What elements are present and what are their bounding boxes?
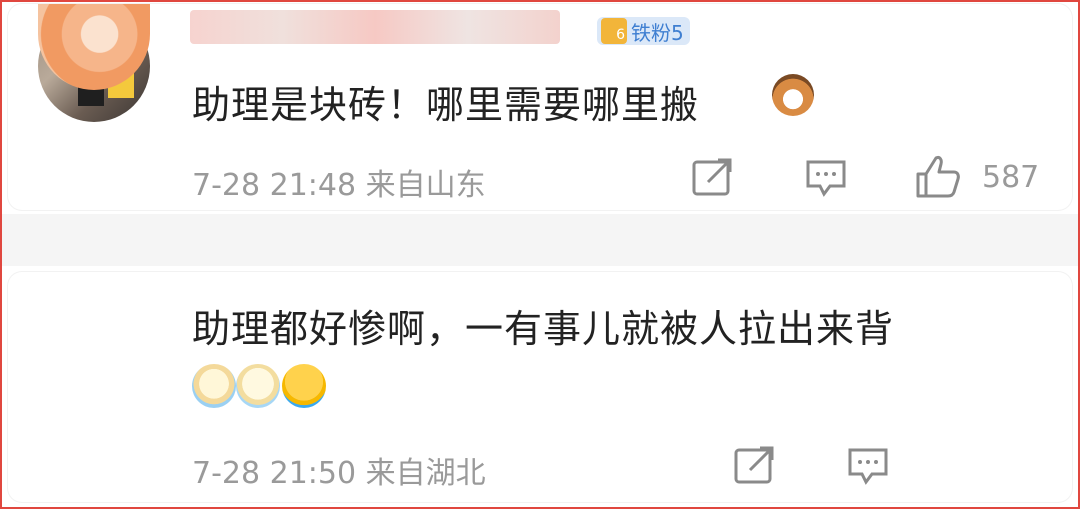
share-icon[interactable] (732, 444, 778, 486)
crying-emoji (192, 364, 236, 408)
loudly-crying-emoji (282, 364, 326, 408)
fan-badge-label: 铁粉5 (631, 20, 684, 45)
comment-text: 助理是块砖！哪里需要哪里搬 (192, 83, 700, 127)
like-count: 587 (982, 160, 1040, 195)
thumbs-up-icon[interactable] (914, 152, 962, 200)
share-icon[interactable] (690, 156, 736, 198)
cat-face-emoji (772, 74, 814, 116)
username-blurred[interactable] (190, 10, 560, 44)
fan-level-icon: 6 (601, 18, 627, 44)
comment-icon[interactable] (804, 158, 848, 198)
comment-text: 助理都好惨啊，一有事儿就被人拉出来背 (192, 307, 895, 351)
comment-icon[interactable] (846, 446, 890, 486)
comment-meta: 7-28 21:50 来自湖北 (192, 456, 486, 491)
crying-emoji (236, 364, 280, 408)
fan-badge[interactable]: 6 铁粉5 (597, 17, 690, 45)
comment-meta: 7-28 21:48 来自山东 (192, 168, 486, 203)
comment-divider (2, 214, 1078, 266)
